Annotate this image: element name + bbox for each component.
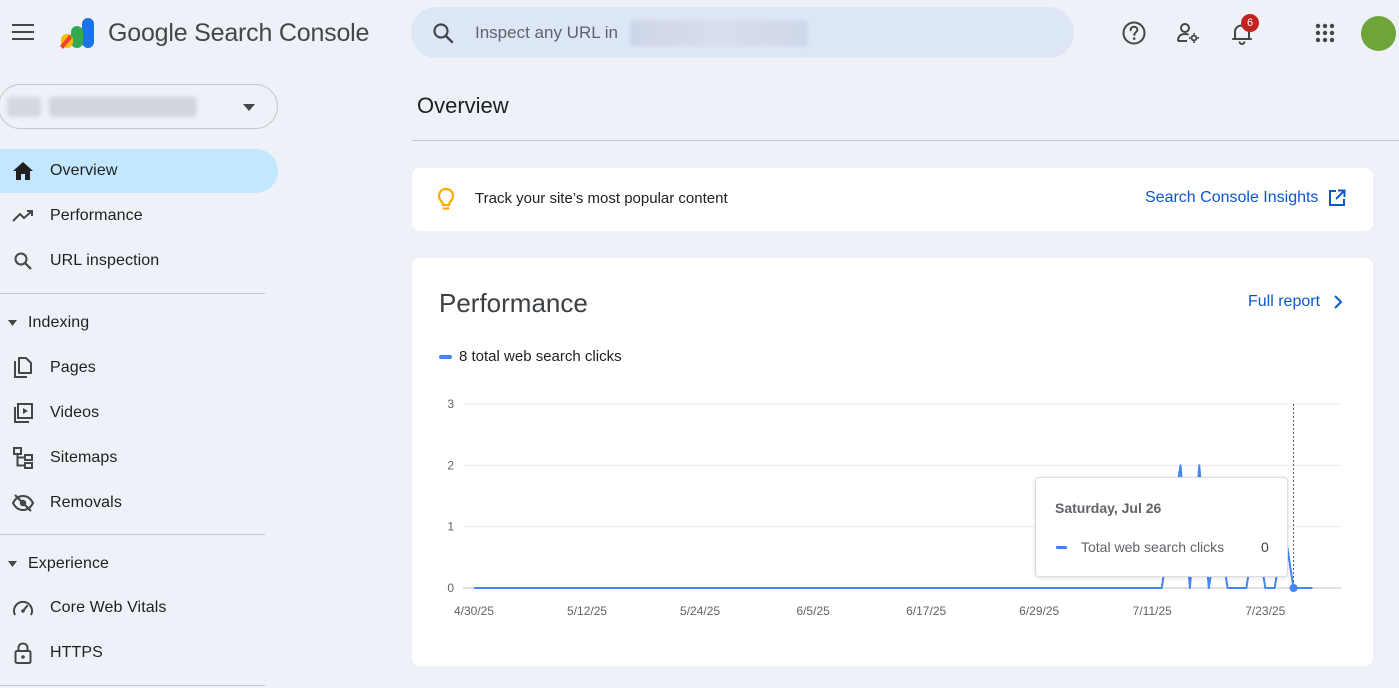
- sidebar-section-indexing[interactable]: Indexing: [0, 308, 265, 338]
- video-icon: [11, 401, 35, 425]
- redacted-property-url: [630, 19, 808, 46]
- sidebar-item-label: Sitemaps: [50, 449, 118, 466]
- x-tick-label: 7/11/25: [1133, 604, 1172, 618]
- search-icon: [433, 22, 454, 43]
- y-tick-label: 0: [447, 581, 454, 595]
- y-tick-label: 1: [447, 520, 454, 534]
- help-icon[interactable]: [1120, 19, 1148, 47]
- sidebar-item-label: HTTPS: [50, 644, 103, 661]
- x-tick-label: 6/29/25: [1019, 604, 1059, 618]
- insights-text: Track your site’s most popular content: [475, 190, 728, 207]
- search-console-logo-icon: [60, 18, 94, 49]
- sidebar-divider: [0, 293, 265, 294]
- tooltip-series-label: Total web search clicks: [1081, 539, 1225, 555]
- x-tick-label: 5/24/25: [680, 604, 720, 618]
- sidebar-divider: [0, 685, 265, 686]
- section-label: Experience: [28, 555, 110, 572]
- sidebar-item-videos[interactable]: Videos: [0, 391, 278, 435]
- y-tick-label: 3: [447, 397, 454, 411]
- property-selector[interactable]: [0, 84, 278, 129]
- tooltip-date: Saturday, Jul 26: [1055, 500, 1162, 516]
- sidebar-item-core-web-vitals[interactable]: Core Web Vitals: [0, 586, 278, 630]
- insights-link-label: Search Console Insights: [1145, 189, 1319, 206]
- lightbulb-icon: [437, 187, 455, 210]
- sidebar-item-label: Performance: [50, 207, 143, 224]
- x-tick-label: 7/23/25: [1245, 604, 1285, 618]
- search-input[interactable]: [475, 22, 630, 43]
- sidebar-item-pages[interactable]: Pages: [0, 346, 278, 390]
- redacted-property-name: [49, 97, 197, 117]
- gauge-icon: [11, 596, 35, 620]
- tooltip-swatch: [1056, 546, 1067, 549]
- apps-grid-icon[interactable]: [1311, 19, 1339, 47]
- performance-chart[interactable]: 0 1 2 3 4/30/25 5/12/25 5/24/25 6/5/25 6/17/25 6/…: [412, 258, 1373, 666]
- section-label: Indexing: [28, 314, 90, 331]
- sidebar-item-label: Removals: [50, 494, 122, 511]
- x-tick-label: 5/12/25: [567, 604, 607, 618]
- performance-card: Performance Full report 8 total web sear…: [412, 258, 1373, 666]
- sidebar-item-removals[interactable]: Removals: [0, 481, 278, 525]
- collapse-triangle-icon: [8, 561, 17, 567]
- avatar[interactable]: [1361, 16, 1396, 51]
- eye-off-icon: [11, 491, 35, 515]
- y-tick-label: 2: [447, 458, 454, 472]
- search-icon: [11, 249, 35, 273]
- sidebar-item-https[interactable]: HTTPS: [0, 631, 278, 675]
- collapse-triangle-icon: [8, 320, 17, 326]
- sidebar-item-label: URL inspection: [50, 252, 160, 269]
- hover-point: [1289, 584, 1298, 592]
- insights-banner: Track your site’s most popular content S…: [412, 168, 1373, 231]
- redacted-property-icon: [7, 97, 41, 117]
- sidebar-item-label: Pages: [50, 359, 96, 376]
- sidebar-item-performance[interactable]: Performance: [0, 194, 278, 238]
- trending-up-icon: [11, 204, 35, 228]
- x-tick-label: 6/17/25: [906, 604, 946, 618]
- menu-icon[interactable]: [8, 17, 38, 47]
- x-tick-label: 4/30/25: [454, 604, 494, 618]
- x-tick-label: 6/5/25: [796, 604, 830, 618]
- home-icon: [11, 159, 35, 183]
- sidebar-item-url-inspection[interactable]: URL inspection: [0, 239, 278, 283]
- chart-tooltip: Saturday, Jul 26 Total web search clicks…: [1035, 477, 1288, 577]
- sidebar-item-label: Core Web Vitals: [50, 599, 167, 616]
- lock-icon: [11, 641, 35, 665]
- title-divider: [412, 140, 1399, 141]
- search-console-insights-link[interactable]: Search Console Insights: [1145, 189, 1346, 207]
- pages-icon: [11, 356, 35, 380]
- sidebar-item-label: Videos: [50, 404, 100, 421]
- top-app-bar: Google Search Console 6: [0, 0, 1399, 66]
- app-title: Google Search Console: [108, 18, 370, 47]
- page-title: Overview: [417, 93, 509, 118]
- sidebar-item-label: Overview: [50, 162, 118, 179]
- open-in-new-icon: [1329, 189, 1346, 206]
- sidebar-divider: [0, 534, 265, 535]
- sitemap-icon: [11, 446, 35, 470]
- sidebar-item-overview[interactable]: Overview: [0, 149, 278, 193]
- app-logo[interactable]: Google Search Console: [58, 16, 369, 50]
- url-inspection-search[interactable]: [411, 7, 1074, 58]
- tooltip-value: 0: [1261, 539, 1269, 555]
- chevron-down-icon: [243, 104, 255, 111]
- notifications-badge: 6: [1241, 14, 1259, 32]
- manage-users-icon[interactable]: [1174, 19, 1202, 47]
- sidebar-item-sitemaps[interactable]: Sitemaps: [0, 436, 278, 480]
- sidebar-section-experience[interactable]: Experience: [0, 549, 265, 579]
